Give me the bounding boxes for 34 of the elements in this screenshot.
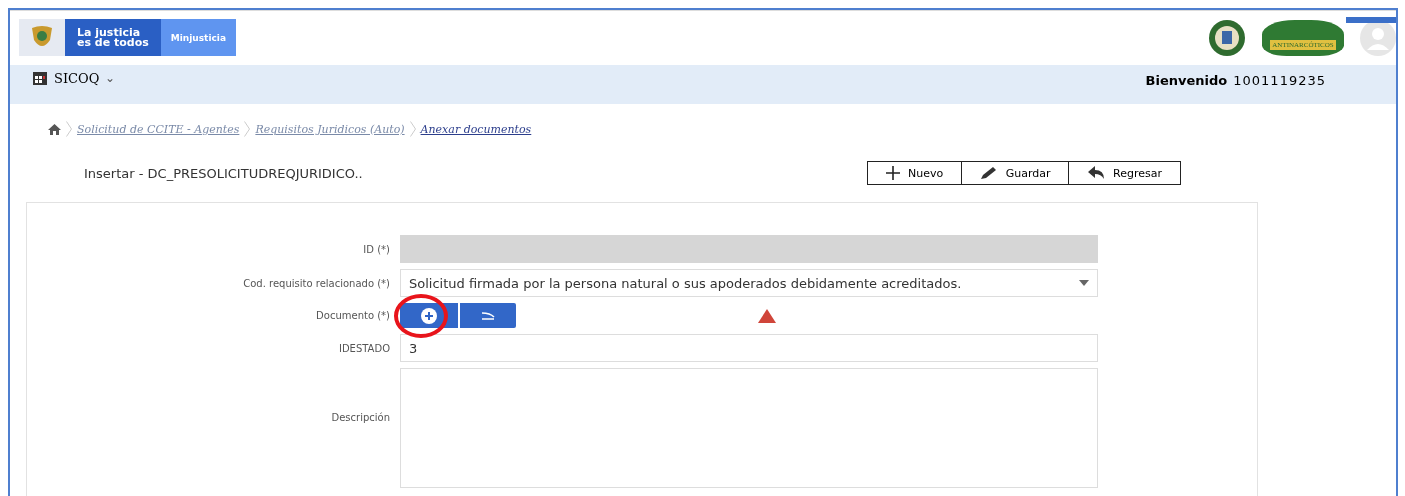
input-field[interactable]: 3 — [400, 334, 1098, 362]
chevron-icon — [244, 121, 251, 137]
dropdown-caret-icon — [1079, 280, 1089, 286]
toolbar-button[interactable]: Nuevo — [867, 161, 963, 185]
user-id: 1001119235 — [1233, 73, 1326, 88]
field-label: IDESTADO — [337, 342, 391, 354]
avatar-icon[interactable] — [1360, 20, 1396, 56]
pencil-icon — [979, 166, 998, 180]
breadcrumb-link[interactable]: Requisitos Juridicos (Auto) — [255, 122, 405, 136]
home-icon[interactable] — [48, 123, 61, 135]
breadcrumb-link[interactable]: Solicitud de CCITE - Agentes — [77, 122, 240, 136]
field-label: ID (*) — [362, 243, 391, 255]
breadcrumb-link[interactable]: Anexar documentos — [420, 122, 532, 136]
welcome-label: Bienvenido — [1145, 73, 1228, 88]
chevron-icon — [66, 121, 72, 137]
toolbar-button[interactable]: Guardar — [960, 161, 1070, 185]
field-label: Documento (*) — [315, 310, 391, 321]
chevron-icon — [409, 121, 416, 137]
field-label: Descripción — [330, 412, 391, 423]
slogan-logo: La justicia es de todos — [65, 19, 161, 56]
add-file-button[interactable] — [400, 303, 458, 328]
calendar-icon — [32, 70, 48, 86]
plus-icon — [886, 166, 900, 180]
clear-file-button[interactable] — [460, 303, 516, 328]
plus-circle-icon — [421, 307, 437, 324]
page-title: Insertar - DC_PRESOLICITUDREQJURIDICO.. — [84, 165, 363, 181]
field-label: Cod. requisito relacionado (*) — [242, 277, 391, 289]
app-menu[interactable]: SICOQ ⌄ — [32, 70, 116, 86]
dropdown-field[interactable]: Solicitud firmada por la persona natural o sus apoderados debidamente acreditados. — [400, 269, 1098, 297]
ministry-label: Minjusticia — [160, 19, 236, 56]
toolbar-button[interactable]: Regresar — [1068, 161, 1181, 185]
eject-icon — [481, 311, 495, 320]
reply-icon — [1087, 166, 1106, 180]
police-emblem-icon — [1208, 19, 1246, 57]
